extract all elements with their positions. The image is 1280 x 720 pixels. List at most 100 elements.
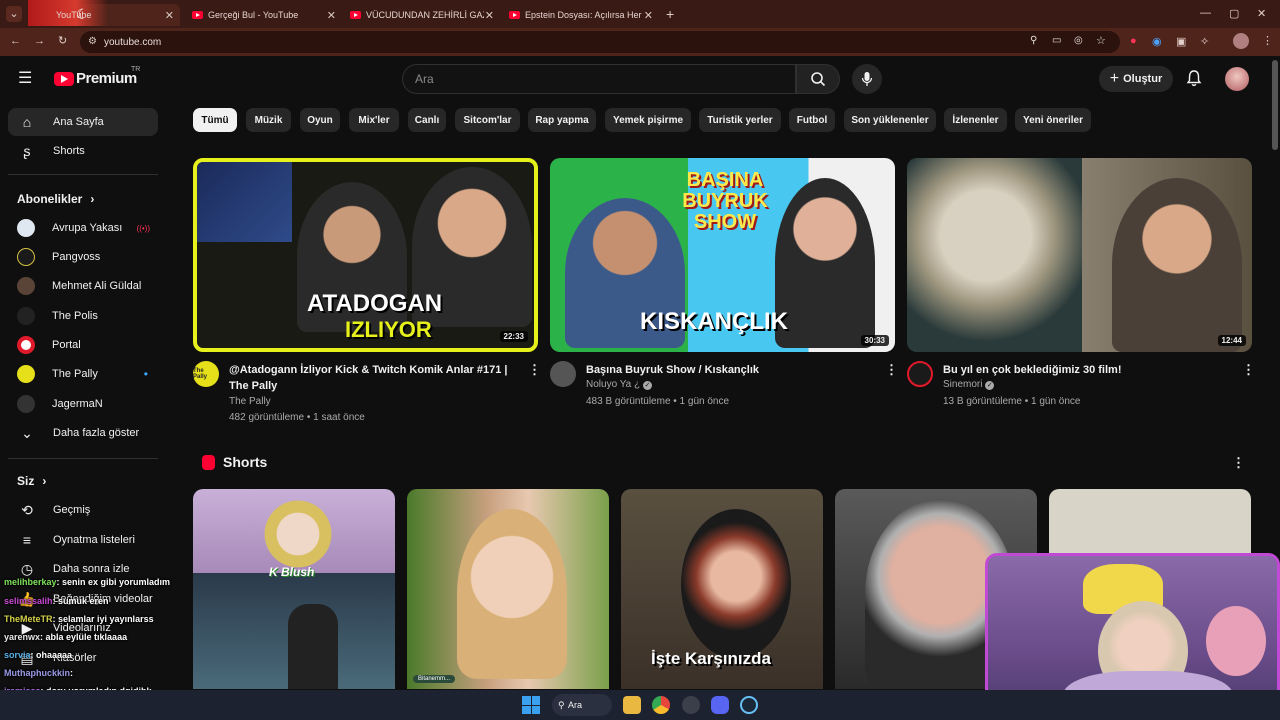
sidebar-item-shorts[interactable]: ʂ Shorts bbox=[8, 137, 158, 165]
sidebar-item-jagerman[interactable]: JagermaN bbox=[8, 390, 158, 418]
tab-epstein[interactable]: Epstein Dosyası: Açılırsa Her Şe... ✕ bbox=[503, 4, 659, 26]
chat-user: Muthaphuckkin bbox=[4, 668, 71, 678]
video-title[interactable]: @Atadogann İzliyor Kick & Twitch Komik A… bbox=[229, 362, 519, 394]
more-actions-icon[interactable]: ⋮ bbox=[528, 362, 541, 378]
back-icon[interactable]: ← bbox=[10, 35, 21, 47]
close-tab-icon[interactable]: ✕ bbox=[165, 9, 174, 22]
channel-name[interactable]: Noluyo Ya ¿ ✓ bbox=[586, 379, 652, 390]
video-title[interactable]: Başına Buyruk Show / Kıskançlık bbox=[586, 362, 876, 378]
chip-all[interactable]: Tümü bbox=[193, 108, 237, 132]
home-icon: ⌂ bbox=[22, 114, 32, 130]
tab-search-icon[interactable]: ⌄ bbox=[6, 6, 22, 22]
channel-avatar[interactable]: The Pally bbox=[193, 361, 219, 387]
voice-search-button[interactable] bbox=[852, 64, 882, 94]
channel-avatar[interactable] bbox=[907, 361, 933, 387]
video-thumbnail[interactable]: BAŞINA BUYRUK SHOW KISKANÇLIK 30:33 bbox=[550, 158, 895, 352]
chip-football[interactable]: Futbol bbox=[789, 108, 835, 132]
close-tab-icon[interactable]: ✕ bbox=[327, 9, 336, 22]
file-explorer-icon[interactable] bbox=[623, 696, 641, 714]
chrome-icon[interactable] bbox=[652, 696, 670, 714]
hamburger-menu-icon[interactable]: ☰ bbox=[18, 68, 32, 88]
sidebar-item-pangvoss[interactable]: Pangvoss bbox=[8, 243, 158, 271]
chip-mixes[interactable]: Mix'ler bbox=[349, 108, 399, 132]
short-card[interactable]: İşte Karşınızda bbox=[621, 489, 823, 689]
video-title[interactable]: Bu yıl en çok beklediğimiz 30 film! bbox=[943, 362, 1233, 378]
forward-icon[interactable]: → bbox=[34, 35, 45, 47]
youtube-premium-logo[interactable]: Premium bbox=[76, 70, 137, 87]
chip-rap[interactable]: Rap yapma bbox=[528, 108, 596, 132]
sidebar-show-more[interactable]: ⌄ Daha fazla göster bbox=[8, 419, 158, 447]
video-thumbnail[interactable]: ATADOGAN IZLIYOR 22:33 bbox=[193, 158, 538, 352]
windows-start-icon[interactable] bbox=[522, 696, 540, 714]
address-bar[interactable]: ⚙ youtube.com ⚲ ▭ ◎ ☆ bbox=[80, 31, 1120, 53]
tab-gercegi-bul[interactable]: Gerçeği Bul - YouTube ✕ bbox=[186, 4, 342, 26]
cast-icon[interactable]: ▭ bbox=[1052, 35, 1061, 46]
eye-off-icon[interactable]: ◎ bbox=[1074, 35, 1083, 46]
shorts-more-icon[interactable]: ⋮ bbox=[1232, 455, 1245, 471]
maximize-icon[interactable]: ▢ bbox=[1229, 7, 1239, 20]
sidebar-item-the-polis[interactable]: The Polis bbox=[8, 302, 158, 330]
page-scrollbar[interactable] bbox=[1272, 60, 1278, 150]
sidebar-item-home[interactable]: ⌂ Ana Sayfa bbox=[8, 108, 158, 136]
minimize-icon[interactable]: — bbox=[1200, 7, 1211, 19]
channel-name[interactable]: Sinemori ✓ bbox=[943, 379, 995, 390]
close-tab-icon[interactable]: ✕ bbox=[485, 9, 494, 22]
chip-music[interactable]: Müzik bbox=[246, 108, 291, 132]
site-info-icon[interactable]: ⚙ bbox=[88, 36, 97, 47]
profile-avatar[interactable] bbox=[1233, 33, 1249, 49]
video-meta: 482 görüntüleme • 1 saat önce bbox=[229, 412, 365, 423]
obs-icon[interactable] bbox=[682, 696, 700, 714]
reload-icon[interactable]: ↻ bbox=[58, 34, 67, 47]
search-button[interactable] bbox=[796, 64, 840, 94]
chip-watched[interactable]: İzlenenler bbox=[944, 108, 1007, 132]
chip-tourist-places[interactable]: Turistik yerler bbox=[699, 108, 781, 132]
notifications-bell-icon[interactable] bbox=[1186, 69, 1202, 92]
short-person bbox=[681, 509, 791, 659]
chip-new-to-you[interactable]: Yeni öneriler bbox=[1015, 108, 1091, 132]
account-avatar[interactable] bbox=[1225, 67, 1249, 91]
sidebar-item-playlists[interactable]: ≡ Oynatma listeleri bbox=[8, 526, 158, 554]
sidebar-item-label: Pangvoss bbox=[52, 251, 101, 263]
extensions-puzzle-icon[interactable]: ✧ bbox=[1200, 35, 1209, 48]
chip-gaming[interactable]: Oyun bbox=[300, 108, 340, 132]
extension-icon[interactable]: ▣ bbox=[1176, 35, 1186, 48]
sidebar-item-portal[interactable]: Portal bbox=[8, 331, 158, 359]
chevron-down-icon: ⌄ bbox=[21, 424, 33, 441]
sidebar-item-the-pally[interactable]: The Pally • bbox=[8, 360, 158, 388]
short-card[interactable]: Bitanemm... bbox=[407, 489, 609, 689]
more-actions-icon[interactable]: ⋮ bbox=[1242, 362, 1255, 378]
sidebar-item-avrupa-yakasi[interactable]: Avrupa Yakası ((•)) bbox=[8, 214, 158, 242]
close-tab-icon[interactable]: ✕ bbox=[644, 9, 653, 22]
extension-red-icon[interactable]: ● bbox=[1130, 35, 1137, 47]
thumb-person-left bbox=[907, 158, 1082, 352]
tab-title: Gerçeği Bul - YouTube bbox=[208, 10, 299, 20]
tab-vucudundan[interactable]: VÜCUDUNDAN ZEHİRLİ GAZ S... ✕ bbox=[344, 4, 500, 26]
search-input[interactable]: Ara bbox=[402, 64, 796, 94]
sidebar-item-mehmet-ali-guldal[interactable]: Mehmet Ali Güldal bbox=[8, 272, 158, 300]
bookmark-star-icon[interactable]: ☆ bbox=[1096, 34, 1106, 47]
chip-cooking[interactable]: Yemek pişirme bbox=[605, 108, 691, 132]
youtube-logo-icon[interactable] bbox=[54, 72, 74, 86]
subscriptions-heading[interactable]: Abonelikler › bbox=[17, 192, 94, 206]
new-tab-button[interactable]: + bbox=[666, 6, 674, 22]
divider bbox=[8, 174, 158, 175]
you-heading[interactable]: Siz › bbox=[17, 474, 46, 488]
create-button[interactable]: + Oluştur bbox=[1099, 66, 1173, 92]
chrome-menu-icon[interactable]: ⋮ bbox=[1262, 34, 1273, 47]
zoom-icon[interactable]: ⚲ bbox=[1030, 35, 1037, 46]
chip-live[interactable]: Canlı bbox=[408, 108, 446, 132]
sidebar-item-history[interactable]: ⟲ Geçmiş bbox=[8, 496, 158, 524]
extension-audio-icon[interactable]: ◉ bbox=[1152, 35, 1162, 48]
discord-icon[interactable] bbox=[711, 696, 729, 714]
channel-avatar[interactable] bbox=[550, 361, 576, 387]
chip-recently-uploaded[interactable]: Son yüklenenler bbox=[844, 108, 936, 132]
chip-sitcoms[interactable]: Sitcom'lar bbox=[455, 108, 520, 132]
more-actions-icon[interactable]: ⋮ bbox=[885, 362, 898, 378]
close-window-icon[interactable]: ✕ bbox=[1257, 7, 1266, 20]
steam-icon[interactable] bbox=[740, 696, 758, 714]
channel-name[interactable]: The Pally bbox=[229, 396, 271, 407]
taskbar-search[interactable]: ⚲ Ara bbox=[552, 694, 612, 716]
video-thumbnail[interactable]: 12:44 bbox=[907, 158, 1252, 352]
chip-label: Canlı bbox=[414, 114, 440, 126]
tab-youtube[interactable]: ☾ YouTube ✕ bbox=[28, 0, 180, 26]
